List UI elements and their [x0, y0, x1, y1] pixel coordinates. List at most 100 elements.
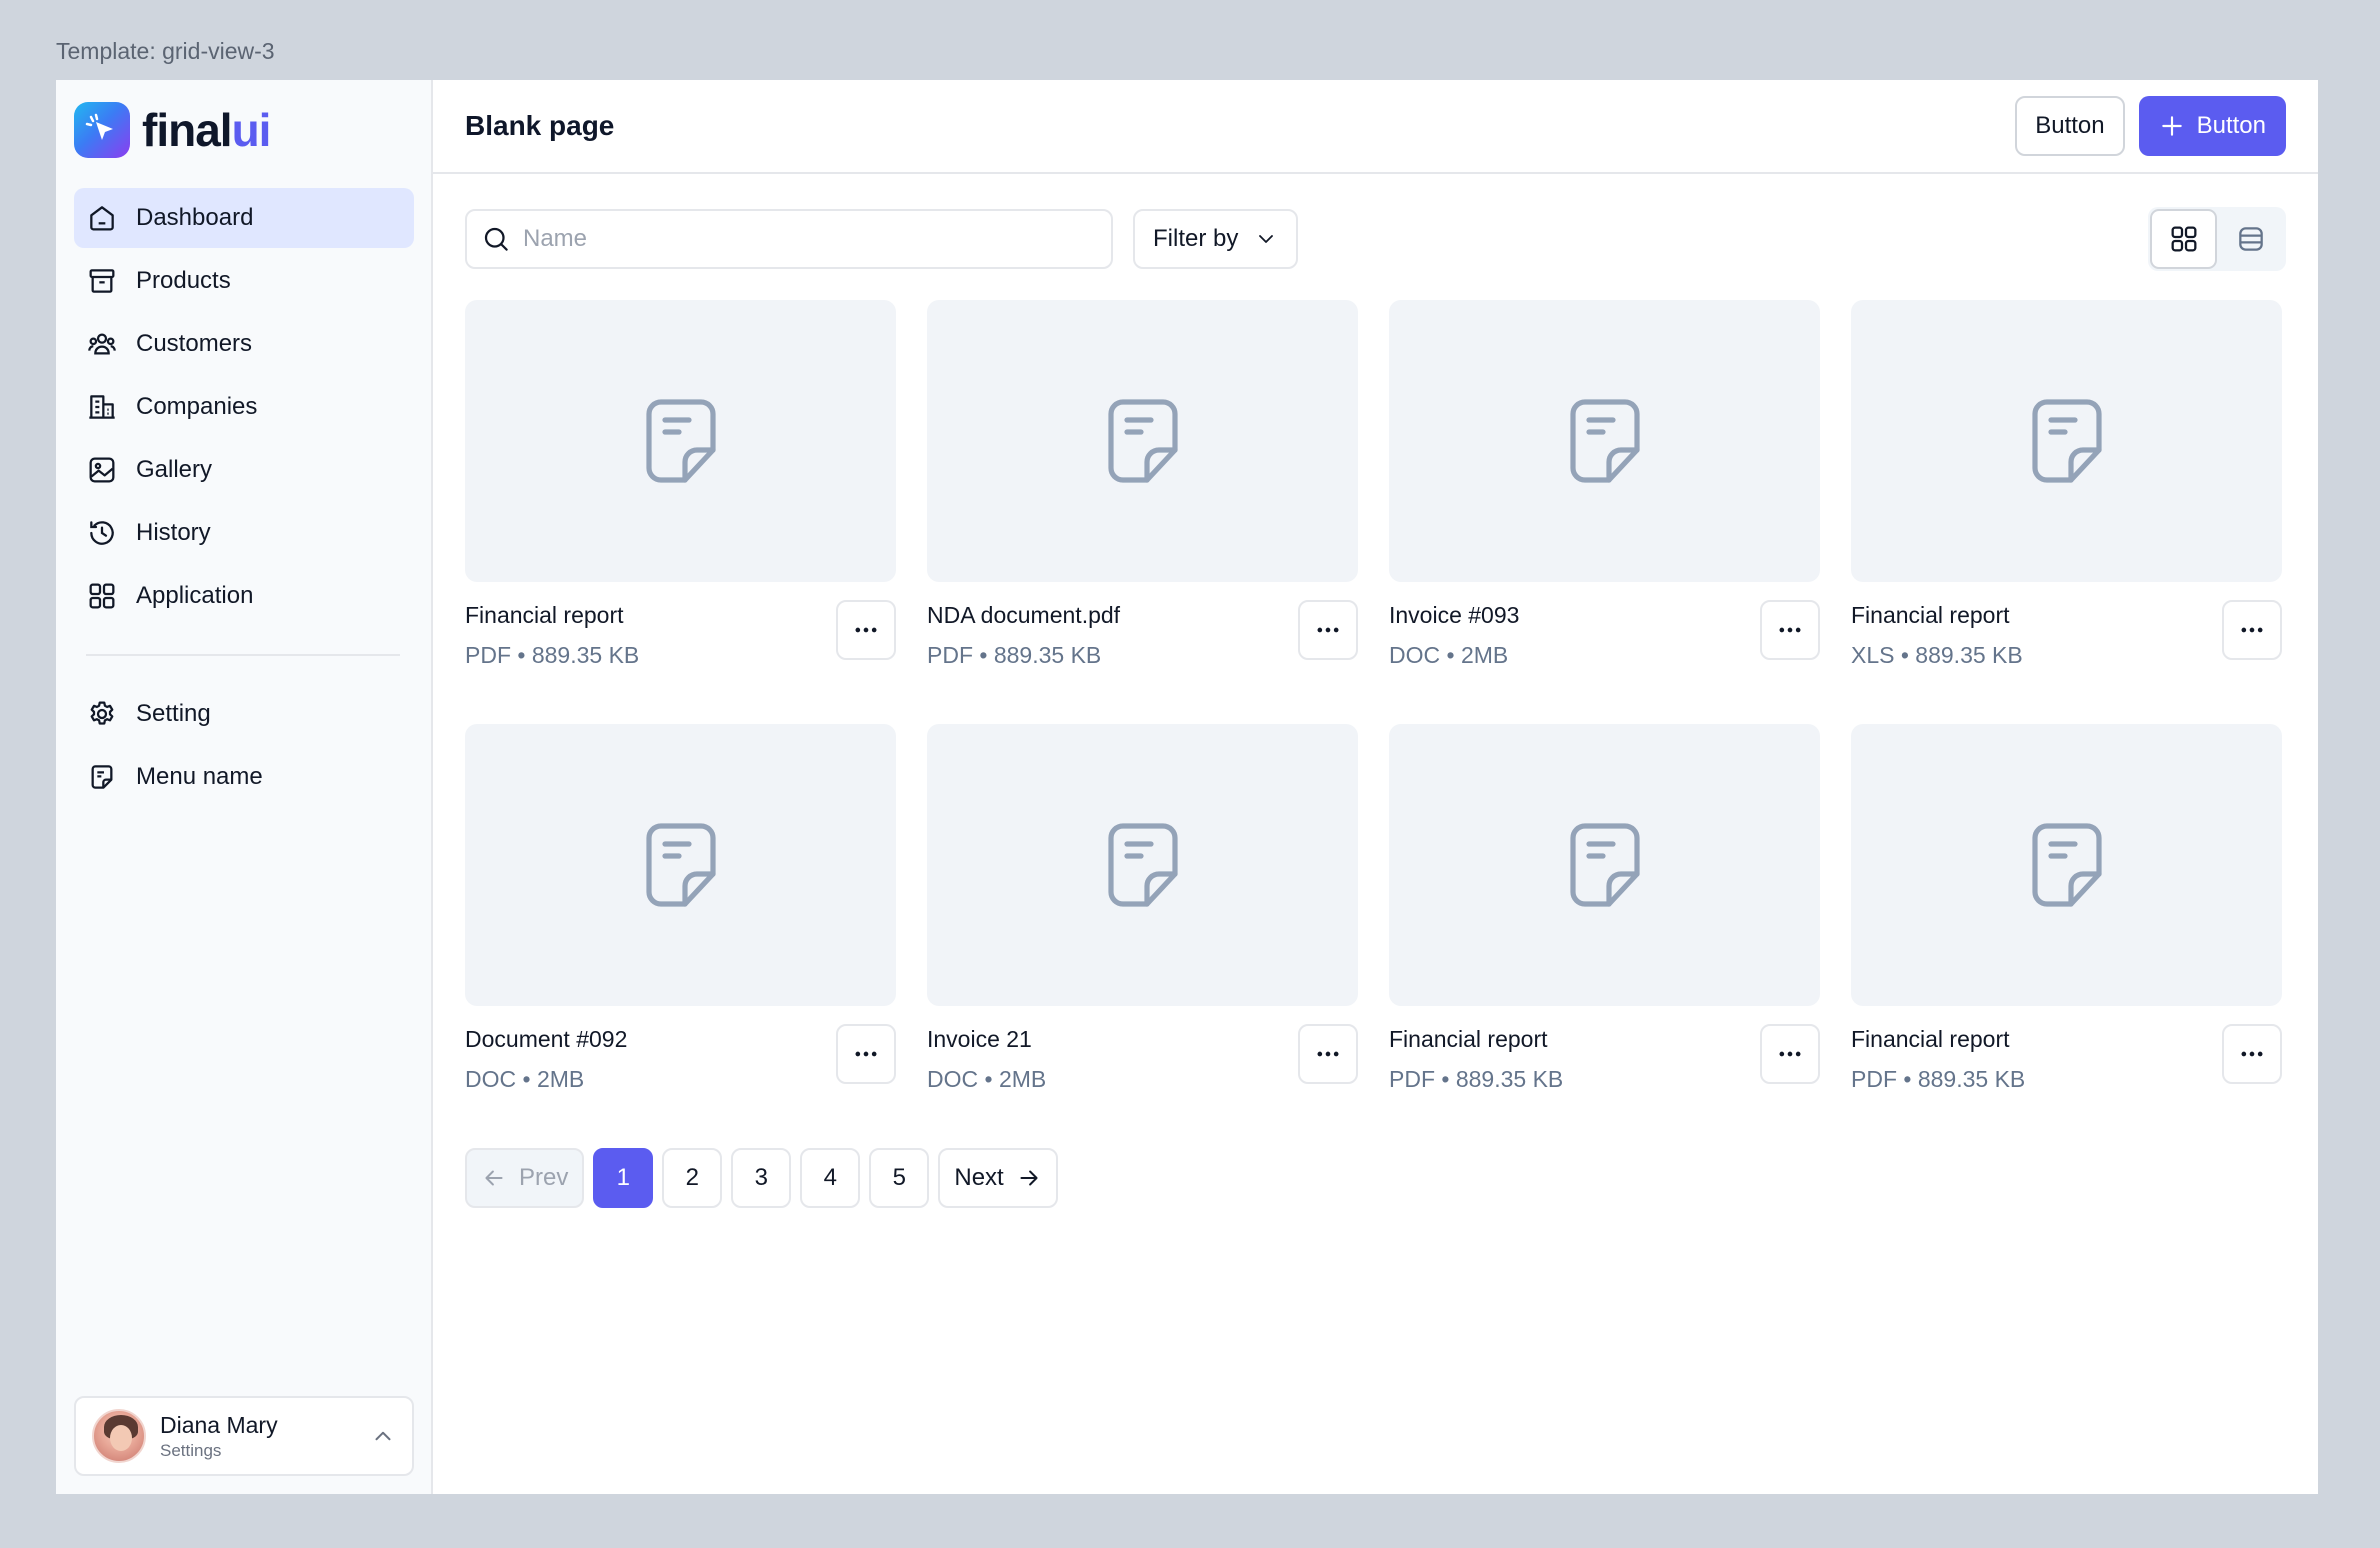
prev-page-button[interactable]: Prev: [465, 1148, 585, 1208]
search-icon: [484, 227, 508, 251]
file-title: Invoice 21: [927, 1026, 1032, 1052]
document-icon: [1569, 399, 1640, 483]
page-button[interactable]: 3: [731, 1148, 792, 1208]
file-card[interactable]: Financial report XLS • 889.35 KB: [1851, 300, 2282, 694]
secondary-button[interactable]: Button: [2015, 96, 2125, 156]
toolbar: Filter by: [465, 207, 2286, 271]
app-window: finalui Dashboard Products Customers Com…: [56, 80, 2318, 1494]
page-header: Blank page Button Button: [433, 80, 2318, 174]
more-options-button[interactable]: [836, 600, 896, 660]
file-card[interactable]: NDA document.pdf PDF • 889.35 KB: [927, 300, 1358, 694]
file-card[interactable]: Financial report PDF • 889.35 KB: [465, 300, 896, 694]
file-thumbnail[interactable]: [1389, 300, 1820, 582]
file-meta: DOC • 2MB: [927, 1066, 1047, 1092]
logo-text-main: final: [142, 104, 233, 156]
file-card[interactable]: Financial report PDF • 889.35 KB: [1389, 724, 1820, 1118]
file-title: Invoice #093: [1389, 602, 1520, 628]
next-page-button[interactable]: Next: [938, 1148, 1058, 1208]
filter-dropdown[interactable]: Filter by: [1133, 209, 1299, 269]
file-title: Financial report: [1851, 602, 2010, 628]
logo[interactable]: finalui: [74, 102, 271, 158]
main-content: Blank page Button Button Filter by: [433, 80, 2318, 1494]
more-horizontal-icon: [1317, 1051, 1339, 1057]
file-meta: PDF • 889.35 KB: [1851, 1066, 2026, 1092]
file-title: Financial report: [1389, 1026, 1548, 1052]
gear-icon: [90, 701, 114, 725]
page-button[interactable]: 1: [593, 1148, 654, 1208]
sidebar-item-label: Dashboard: [136, 204, 254, 231]
arrow-left-icon: [485, 1170, 503, 1186]
file-card[interactable]: Invoice #093 DOC • 2MB: [1389, 300, 1820, 694]
user-menu[interactable]: Diana Mary Settings: [74, 1396, 414, 1476]
grid-view-button[interactable]: [2150, 209, 2218, 269]
more-options-button[interactable]: [1760, 1024, 1820, 1084]
file-thumbnail[interactable]: [465, 300, 896, 582]
sidebar-item-label: Menu name: [136, 763, 263, 790]
page-button[interactable]: 5: [869, 1148, 930, 1208]
primary-add-button[interactable]: Button: [2138, 96, 2286, 156]
sidebar: finalui Dashboard Products Customers Com…: [56, 80, 433, 1494]
list-view-button[interactable]: [2217, 209, 2284, 269]
file-meta: XLS • 889.35 KB: [1851, 642, 2023, 668]
file-card[interactable]: Invoice 21 DOC • 2MB: [927, 724, 1358, 1118]
sidebar-item-label: Gallery: [136, 456, 213, 483]
file-card[interactable]: Document #092 DOC • 2MB: [465, 724, 896, 1118]
users-icon: [88, 333, 116, 355]
file-thumbnail[interactable]: [1851, 724, 2282, 1006]
more-options-button[interactable]: [1298, 1024, 1358, 1084]
image-icon: [89, 457, 115, 483]
more-horizontal-icon: [1317, 627, 1339, 633]
home-icon: [90, 206, 114, 231]
file-meta: PDF • 889.35 KB: [1389, 1066, 1564, 1092]
file-meta: PDF • 889.35 KB: [927, 642, 1102, 668]
sidebar-item-setting[interactable]: Setting: [74, 684, 414, 744]
plus-icon: [2161, 116, 2182, 136]
sidebar-item-application[interactable]: Application: [74, 566, 414, 626]
file-grid: Financial report PDF • 889.35 KB NDA docum…: [465, 300, 2282, 1118]
file-title: Financial report: [465, 602, 624, 628]
document-icon: [1107, 399, 1178, 483]
file-title: Document #092: [465, 1026, 628, 1052]
sidebar-item-gallery[interactable]: Gallery: [74, 440, 414, 500]
file-thumbnail[interactable]: [1851, 300, 2282, 582]
filter-label: Filter by: [1153, 225, 1239, 252]
file-meta: DOC • 2MB: [1389, 642, 1509, 668]
more-options-button[interactable]: [2222, 600, 2282, 660]
primary-button-label: Button: [2196, 112, 2266, 139]
sidebar-item-companies[interactable]: Companies: [74, 377, 414, 437]
pagination: Prev 1 2 3 4 5 Next: [465, 1148, 1058, 1208]
archive-icon: [89, 269, 115, 293]
file-thumbnail[interactable]: [927, 724, 1358, 1006]
document-icon: [2031, 823, 2102, 907]
view-toggle: [2148, 207, 2286, 271]
sidebar-item-label: Application: [136, 582, 254, 609]
more-options-button[interactable]: [2222, 1024, 2282, 1084]
file-title: NDA document.pdf: [927, 602, 1121, 628]
more-options-button[interactable]: [836, 1024, 896, 1084]
more-options-button[interactable]: [1760, 600, 1820, 660]
file-title: Financial report: [1851, 1026, 2010, 1052]
sidebar-item-history[interactable]: History: [74, 503, 414, 563]
sidebar-item-products[interactable]: Products: [74, 251, 414, 311]
page-button[interactable]: 2: [662, 1148, 723, 1208]
more-horizontal-icon: [1779, 627, 1801, 633]
logo-cursor-icon: [74, 102, 130, 158]
template-label: Template: grid-view-3: [56, 38, 275, 64]
more-horizontal-icon: [855, 627, 877, 633]
sidebar-item-customers[interactable]: Customers: [74, 314, 414, 374]
sidebar-item-dashboard[interactable]: Dashboard: [74, 188, 414, 248]
user-subtitle: Settings: [160, 1440, 222, 1460]
document-icon: [645, 823, 716, 907]
file-card[interactable]: Financial report PDF • 889.35 KB: [1851, 724, 2282, 1118]
search-input[interactable]: [523, 225, 1097, 253]
history-icon: [90, 521, 114, 545]
sidebar-item-menu-name[interactable]: Menu name: [74, 747, 414, 807]
building-icon: [89, 395, 115, 419]
more-horizontal-icon: [2241, 1051, 2263, 1057]
file-thumbnail[interactable]: [927, 300, 1358, 582]
page-button[interactable]: 4: [800, 1148, 861, 1208]
file-thumbnail[interactable]: [1389, 724, 1820, 1006]
sidebar-item-label: Customers: [136, 330, 253, 357]
more-options-button[interactable]: [1298, 600, 1358, 660]
file-thumbnail[interactable]: [465, 724, 896, 1006]
